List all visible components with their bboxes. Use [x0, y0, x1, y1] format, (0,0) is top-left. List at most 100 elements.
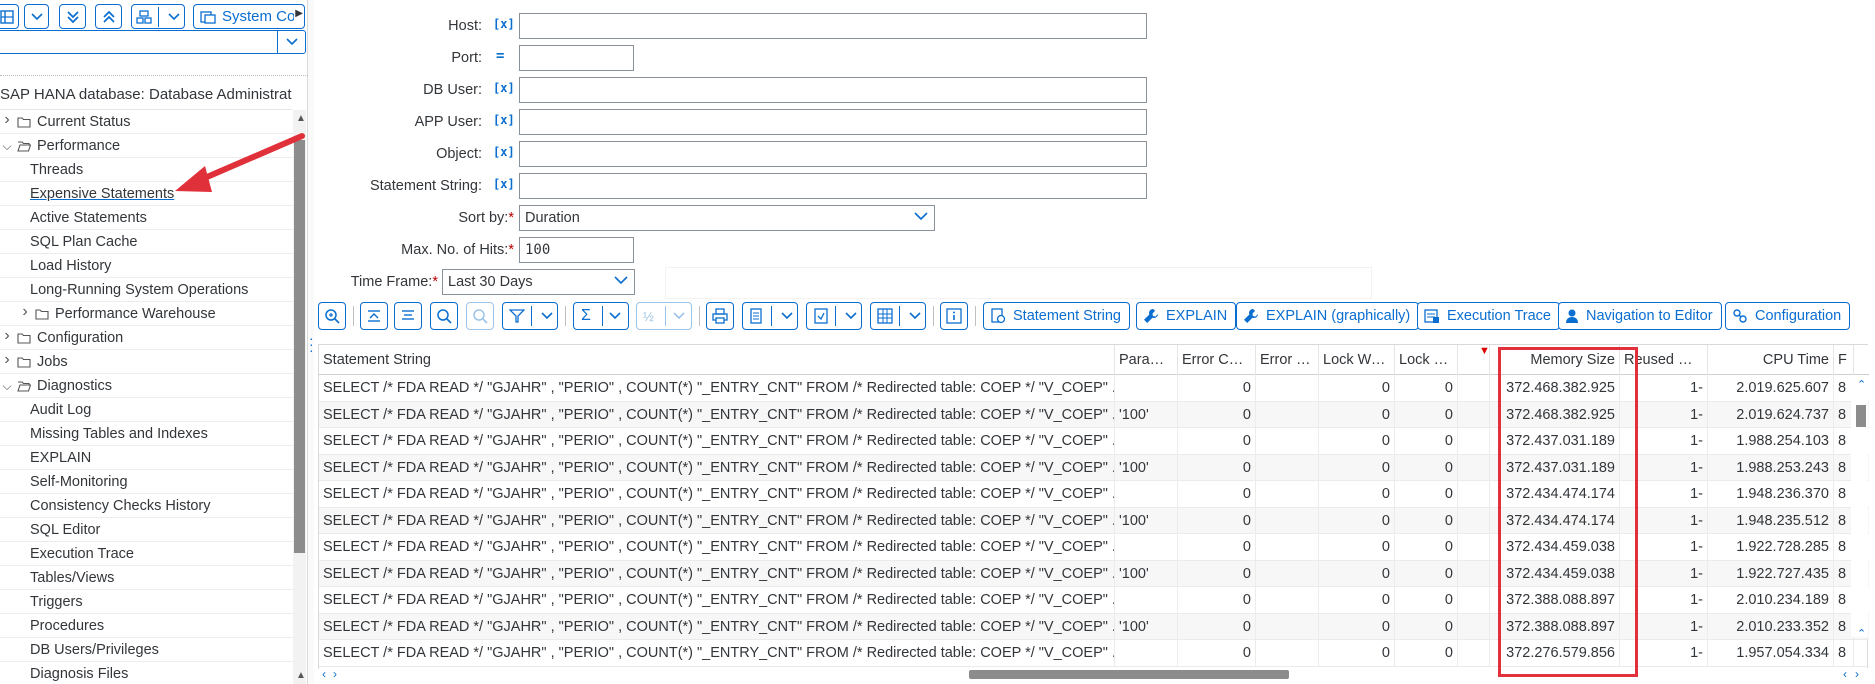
configuration-button[interactable]: Configuration [1725, 302, 1851, 330]
grid-horizontal-scrollbar-thumb[interactable] [969, 670, 1289, 679]
multiple-selection-icon[interactable]: [x] [493, 113, 515, 127]
tree-item-missing-tables-and-indexes[interactable]: Missing Tables and Indexes [0, 422, 293, 446]
chevron-down-icon[interactable] [277, 31, 305, 53]
column-header-statement-string[interactable]: Statement String [319, 345, 1115, 375]
export-button[interactable] [742, 302, 798, 330]
chevron-down-icon[interactable]: ⌵ [1, 139, 13, 154]
time-frame-select[interactable]: Last 30 Days [442, 269, 635, 295]
search-icon[interactable] [430, 302, 458, 330]
tree-item-sql-editor[interactable]: SQL Editor [0, 518, 293, 542]
column-header-error-text[interactable]: Error Te... [1256, 345, 1319, 375]
filter-button[interactable] [502, 302, 558, 330]
execution-trace-button[interactable]: Execution Trace [1417, 302, 1560, 330]
tree-item-performance-warehouse[interactable]: › Performance Warehouse [0, 302, 293, 326]
tree-item-expensive-statements[interactable]: Expensive Statements [0, 182, 293, 206]
tree-item-configuration[interactable]: › Configuration [0, 326, 293, 350]
table-row[interactable]: SELECT /* FDA READ */ "GJAHR" , "PERIO" … [319, 401, 1869, 428]
view-button[interactable] [870, 302, 926, 330]
db-user-input[interactable] [519, 77, 1147, 103]
host-input[interactable] [519, 13, 1147, 39]
object-input[interactable] [519, 141, 1147, 167]
table-row[interactable]: SELECT /* FDA READ */ "GJAHR" , "PERIO" … [319, 587, 1869, 614]
collapse-all-icon[interactable] [95, 4, 122, 29]
tree-item-procedures[interactable]: Procedures [0, 614, 293, 638]
chevron-right-icon[interactable]: › [1, 111, 13, 129]
tree-item-sql-plan-cache[interactable]: SQL Plan Cache [0, 230, 293, 254]
multiple-selection-icon[interactable]: [x] [493, 17, 515, 31]
tree-item-self-monitoring[interactable]: Self-Monitoring [0, 470, 293, 494]
zoom-icon[interactable] [318, 302, 346, 330]
tree-item-explain[interactable]: EXPLAIN [0, 446, 293, 470]
tree-item-active-statements[interactable]: Active Statements [0, 206, 293, 230]
tree-item-consistency-checks-history[interactable]: Consistency Checks History [0, 494, 293, 518]
table-row[interactable]: SELECT /* FDA READ */ "GJAHR" , "PERIO" … [319, 560, 1869, 587]
scroll-up-icon[interactable]: ▲ [296, 670, 306, 681]
tree-item-threads[interactable]: Threads [0, 158, 293, 182]
column-header-lock-waits[interactable]: Lock Waits [1319, 345, 1395, 375]
scroll-right-icon[interactable]: › [1855, 667, 1859, 681]
splitter-grip-icon[interactable]: · · · [309, 331, 314, 357]
port-input[interactable] [519, 45, 634, 71]
table-row[interactable]: SELECT /* FDA READ */ "GJAHR" , "PERIO" … [319, 481, 1869, 508]
tree-item-audit-log[interactable]: Audit Log [0, 398, 293, 422]
scroll-right-icon[interactable]: › [333, 667, 337, 681]
table-row[interactable]: SELECT /* FDA READ */ "GJAHR" , "PERIO" … [319, 454, 1869, 481]
tree-item-triggers[interactable]: Triggers [0, 590, 293, 614]
search-next-icon[interactable] [466, 302, 494, 330]
layout-button[interactable] [806, 302, 862, 330]
statement-string-button[interactable]: Statement String [983, 302, 1130, 330]
tree-item-diagnostics[interactable]: ⌵ Diagnostics [0, 374, 293, 398]
multiple-selection-icon[interactable]: [x] [493, 81, 515, 95]
print-icon[interactable] [706, 302, 734, 330]
chevron-right-icon[interactable]: › [1, 351, 13, 369]
app-user-input[interactable] [519, 109, 1147, 135]
tree-item-jobs[interactable]: › Jobs [0, 350, 293, 374]
sum-button[interactable]: Σ [573, 302, 629, 330]
sort-by-select[interactable]: Duration [519, 205, 935, 231]
statement-string-input[interactable] [519, 173, 1147, 199]
column-header-error-code[interactable]: Error Code [1178, 345, 1256, 375]
table-row[interactable]: SELECT /* FDA READ */ "GJAHR" , "PERIO" … [319, 507, 1869, 534]
column-header-f[interactable]: F [1834, 345, 1854, 375]
multiple-selection-icon[interactable]: [x] [493, 145, 515, 159]
multiple-selection-icon[interactable]: [x] [493, 177, 515, 191]
align-top-icon[interactable] [360, 302, 388, 330]
table-row[interactable]: SELECT /* FDA READ */ "GJAHR" , "PERIO" … [319, 640, 1869, 667]
scroll-left-icon[interactable]: ‹ [1843, 667, 1847, 681]
tree-item-load-history[interactable]: Load History [0, 254, 293, 278]
explain-button[interactable]: EXPLAIN [1136, 302, 1237, 330]
table-row[interactable]: SELECT /* FDA READ */ "GJAHR" , "PERIO" … [319, 375, 1869, 402]
explain-graphically-button[interactable]: EXPLAIN (graphically) [1236, 302, 1420, 330]
scroll-left-icon[interactable]: ‹ [322, 667, 326, 681]
tree-item-execution-trace[interactable]: Execution Trace [0, 542, 293, 566]
scroll-up-icon[interactable]: ▲ [296, 113, 306, 124]
column-header-reused-mem[interactable]: Reused Mem [1620, 345, 1708, 375]
subtotal-button[interactable]: ½ [636, 302, 692, 330]
expand-all-icon[interactable] [59, 4, 86, 29]
grid-vertical-scrollbar-thumb[interactable] [1856, 405, 1866, 427]
overflow-arrow-icon[interactable]: ▶ [295, 8, 303, 19]
table-row[interactable]: SELECT /* FDA READ */ "GJAHR" , "PERIO" … [319, 613, 1869, 640]
chevron-down-icon[interactable] [24, 4, 49, 29]
table-row[interactable]: SELECT /* FDA READ */ "GJAHR" , "PERIO" … [319, 428, 1869, 455]
table-row[interactable]: SELECT /* FDA READ */ "GJAHR" , "PERIO" … [319, 534, 1869, 561]
hierarchy-button[interactable] [131, 4, 185, 29]
tree-item-long-running-system-operations[interactable]: Long-Running System Operations [0, 278, 293, 302]
chevron-down-icon[interactable] [914, 209, 928, 225]
max-hits-input[interactable]: 100 [519, 237, 634, 263]
navigation-to-editor-button[interactable]: Navigation to Editor [1558, 302, 1722, 330]
navigation-select[interactable] [0, 30, 306, 54]
tree-item-performance[interactable]: ⌵ Performance [0, 134, 293, 158]
layout-toggle-icon[interactable] [0, 4, 19, 29]
chevron-right-icon[interactable]: › [19, 303, 31, 321]
column-header-memory-size[interactable]: Memory Size [1490, 345, 1620, 375]
info-icon[interactable] [940, 302, 968, 330]
column-header-parameters[interactable]: Paramete... [1115, 345, 1178, 375]
column-header-lock-wait-time[interactable]: Lock W... [1395, 345, 1458, 375]
scroll-up-icon[interactable]: ⌃ [1857, 378, 1866, 391]
equals-option-icon[interactable]: = [496, 48, 504, 64]
tree-item-current-status[interactable]: › Current Status [0, 110, 293, 134]
tree-item-db-users-privileges[interactable]: DB Users/Privileges [0, 638, 293, 662]
tree-item-diagnosis-files[interactable]: Diagnosis Files [0, 662, 293, 684]
chevron-down-icon[interactable] [614, 273, 628, 289]
